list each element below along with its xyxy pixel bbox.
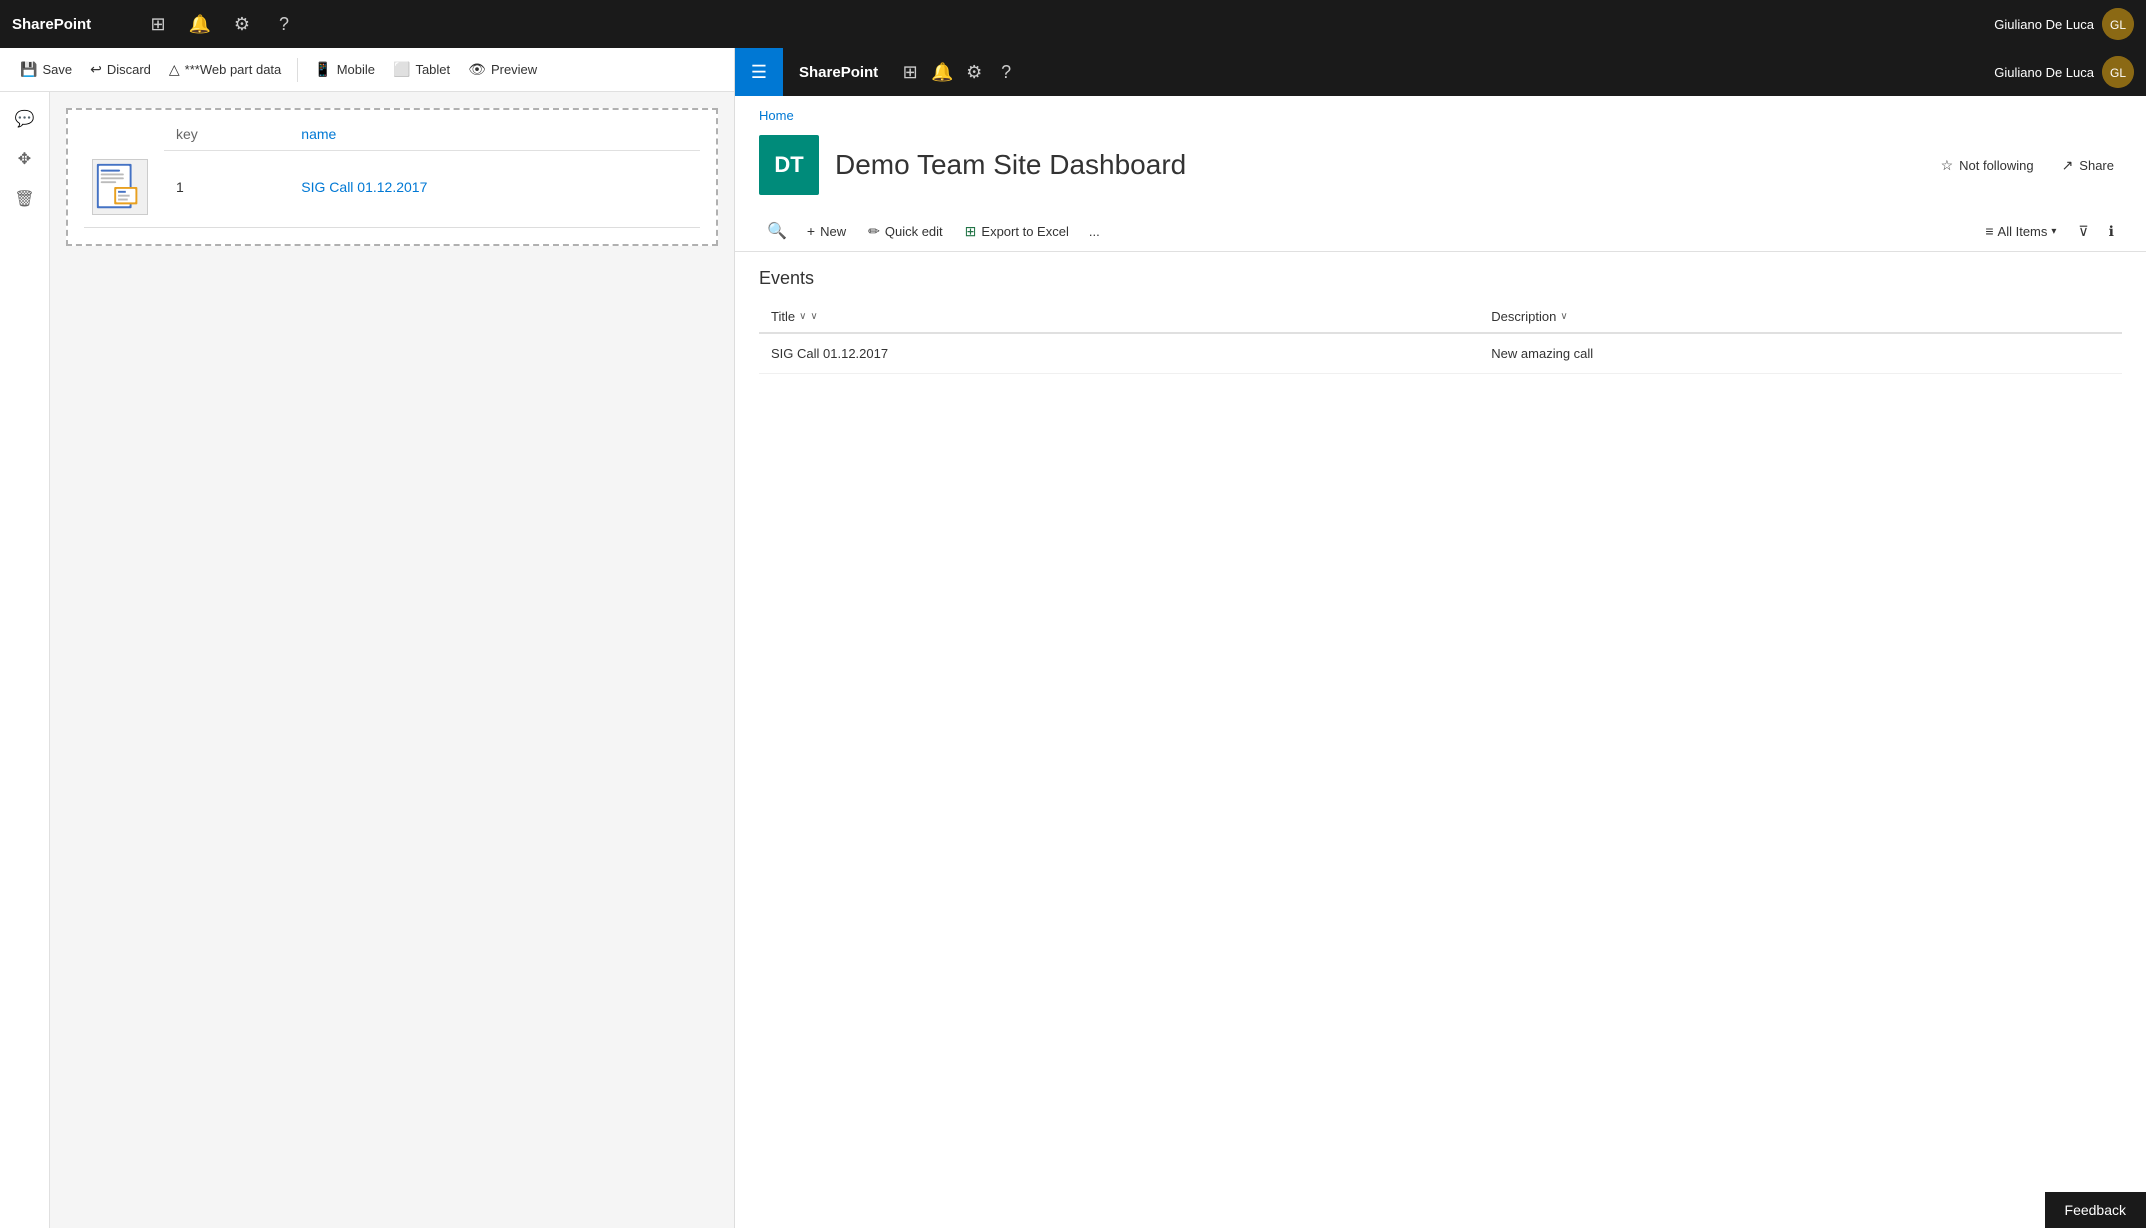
excel-icon: ⊞ <box>965 223 977 240</box>
filter-icon: ⊽ <box>2078 223 2088 240</box>
editor-canvas: 💬 ✥ 🗑 key name <box>0 92 734 1228</box>
discard-button[interactable]: ↩ Discard <box>82 56 159 83</box>
col-name: name <box>289 118 700 151</box>
more-actions-button[interactable]: ... <box>1081 218 1108 245</box>
name-cell[interactable]: SIG Call 01.12.2017 <box>289 151 700 223</box>
info-button[interactable]: ℹ <box>2101 217 2122 246</box>
move-tool-icon[interactable]: ✥ <box>10 144 40 174</box>
site-header: DT Demo Team Site Dashboard ☆ Not follow… <box>735 127 2146 211</box>
filter-button[interactable]: ⊽ <box>2070 217 2096 246</box>
star-icon: ☆ <box>1941 157 1954 174</box>
site-logo: DT <box>759 135 819 195</box>
canvas-content: key name <box>50 92 734 1228</box>
editor-toolbar: 💾 Save ↩ Discard △ ***Web part data 📱 Mo… <box>0 48 734 92</box>
share-icon: ↗ <box>2062 157 2074 174</box>
key-cell: 1 <box>164 151 289 223</box>
not-following-button[interactable]: ☆ Not following <box>1933 151 2042 180</box>
svg-text:GL: GL <box>2110 18 2126 32</box>
avatar-left: GL <box>2102 8 2134 40</box>
sp-content: Home DT Demo Team Site Dashboard ☆ Not f… <box>735 96 2146 1228</box>
hamburger-icon: ☰ <box>751 62 767 83</box>
delete-tool-icon[interactable]: 🗑 <box>10 184 40 214</box>
site-actions: ☆ Not following ↗ Share <box>1933 151 2122 180</box>
feedback-button[interactable]: Feedback <box>2045 1192 2146 1228</box>
save-icon: 💾 <box>20 61 37 78</box>
help-icon-left[interactable]: ? <box>268 8 300 40</box>
data-table: key name <box>84 118 700 223</box>
export-excel-button[interactable]: ⊞ Export to Excel <box>955 217 1079 246</box>
help-icon-right[interactable]: ? <box>990 56 1022 88</box>
mobile-icon: 📱 <box>314 61 331 78</box>
all-items-button[interactable]: ≡ All Items ▾ <box>1975 217 2066 245</box>
breadcrumb[interactable]: Home <box>735 96 2146 127</box>
webpart-data-button[interactable]: △ ***Web part data <box>161 56 289 83</box>
event-title-cell[interactable]: SIG Call 01.12.2017 <box>759 333 1479 374</box>
event-row: SIG Call 01.12.2017 New amazing call <box>759 333 2122 374</box>
web-part-frame: key name <box>66 108 718 246</box>
desc-sort-icon: ∨ <box>1560 311 1567 322</box>
col-key: key <box>164 118 289 151</box>
site-title: Demo Team Site Dashboard <box>835 149 1186 181</box>
user-area-right[interactable]: Giuliano De Luca GL <box>1994 56 2146 88</box>
event-description-cell: New amazing call <box>1479 333 2122 374</box>
save-button[interactable]: 💾 Save <box>12 56 80 83</box>
tablet-icon: ⬜ <box>393 61 410 78</box>
toolbar-right: ≡ All Items ▾ ⊽ ℹ <box>1975 217 2122 246</box>
user-name-right: Giuliano De Luca <box>1994 65 2094 80</box>
preview-button[interactable]: 👁 Preview <box>460 56 545 83</box>
sp-top-nav: ☰ SharePoint ⊞ 🔔 ⚙ ? Giuliano De Luca GL <box>735 48 2146 96</box>
bell-icon-left[interactable]: 🔔 <box>184 8 216 40</box>
info-icon: ℹ <box>2109 223 2114 240</box>
search-button[interactable]: 🔍 <box>759 215 795 247</box>
toolbar-divider-1 <box>297 58 298 82</box>
plus-icon: + <box>807 223 815 239</box>
user-name-left: Giuliano De Luca <box>1994 17 2094 32</box>
events-title: Events <box>759 268 2122 289</box>
bell-icon-right[interactable]: 🔔 <box>926 56 958 88</box>
preview-icon: 👁 <box>468 61 486 78</box>
left-panel: 💾 Save ↩ Discard △ ***Web part data 📱 Mo… <box>0 48 735 1228</box>
list-toolbar: 🔍 + New ✏ Quick edit ⊞ Export to Excel .… <box>735 211 2146 252</box>
title-col-header[interactable]: Title ∨ <box>759 301 1479 333</box>
table-row: 1 SIG Call 01.12.2017 <box>84 151 700 223</box>
left-brand: SharePoint <box>12 16 132 33</box>
hamburger-button[interactable]: ☰ <box>735 48 783 96</box>
thumbnail-cell <box>84 151 164 223</box>
dropdown-icon: ▾ <box>2051 226 2056 237</box>
events-table: Title ∨ Description ∨ <box>759 301 2122 374</box>
discard-icon: ↩ <box>90 61 102 78</box>
grid-icon-right[interactable]: ⊞ <box>894 56 926 88</box>
quick-edit-button[interactable]: ✏ Quick edit <box>858 217 953 246</box>
tablet-button[interactable]: ⬜ Tablet <box>385 56 458 83</box>
col-thumbnail <box>84 118 164 151</box>
mobile-button[interactable]: 📱 Mobile <box>306 56 383 83</box>
user-area-left[interactable]: Giuliano De Luca GL <box>1994 8 2134 40</box>
gear-icon-left[interactable]: ⚙ <box>226 8 258 40</box>
new-button[interactable]: + New <box>797 217 856 245</box>
gear-icon-right[interactable]: ⚙ <box>958 56 990 88</box>
document-thumbnail <box>92 159 148 215</box>
search-icon: 🔍 <box>767 221 787 241</box>
side-tools: 💬 ✥ 🗑 <box>0 92 50 1228</box>
description-col-header[interactable]: Description ∨ <box>1479 301 2122 333</box>
grid-icon-left[interactable]: ⊞ <box>142 8 174 40</box>
right-panel: ☰ SharePoint ⊞ 🔔 ⚙ ? Giuliano De Luca GL <box>735 48 2146 1228</box>
comment-tool-icon[interactable]: 💬 <box>10 104 40 134</box>
avatar-right: GL <box>2102 56 2134 88</box>
title-sort-icon: ∨ <box>799 311 806 322</box>
warning-icon: △ <box>169 61 180 78</box>
edit-icon: ✏ <box>868 223 880 240</box>
table-footer-line <box>84 227 700 228</box>
list-icon: ≡ <box>1985 223 1993 239</box>
events-section: Events Title ∨ De <box>735 252 2146 390</box>
svg-text:GL: GL <box>2110 66 2126 80</box>
share-button[interactable]: ↗ Share <box>2054 151 2122 180</box>
sp-brand-right: SharePoint <box>783 64 894 81</box>
